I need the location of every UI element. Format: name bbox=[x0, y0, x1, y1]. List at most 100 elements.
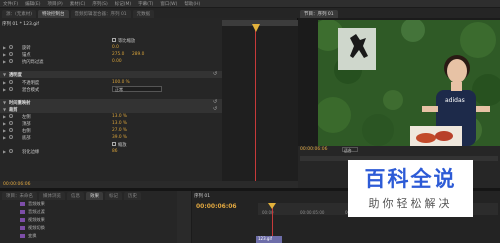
folder-icon bbox=[20, 202, 25, 206]
expand-arrow-icon[interactable]: ▶ bbox=[3, 128, 6, 133]
menu-item[interactable]: 文件(F) bbox=[3, 1, 18, 7]
panel-tab[interactable]: 源：(无素材) bbox=[2, 10, 37, 18]
effect-timeline-ruler[interactable] bbox=[222, 20, 298, 26]
zoom-fit-select[interactable]: 适合 bbox=[342, 147, 358, 153]
panel-tab[interactable]: 信息 bbox=[67, 192, 84, 200]
property-value[interactable]: 0.0 bbox=[112, 45, 119, 50]
tools-panel bbox=[177, 191, 191, 243]
property-value[interactable]: 13.0 % bbox=[112, 121, 127, 126]
reset-icon[interactable]: ↺ bbox=[213, 106, 217, 112]
reset-icon[interactable]: ↺ bbox=[213, 71, 217, 77]
watermark-title: 百科全说 bbox=[364, 167, 457, 191]
expand-arrow-icon[interactable]: ▶ bbox=[3, 135, 6, 140]
property-value[interactable]: 100.0 % bbox=[112, 80, 130, 85]
effect-folder-item[interactable]: 视频切换 bbox=[2, 225, 188, 232]
effect-row: ▼ 裁剪 ↺ bbox=[0, 106, 222, 113]
effect-row: 缩放 bbox=[0, 141, 222, 148]
effect-row: ▶ 顶部 13.0 % bbox=[0, 120, 222, 127]
project-panel-tabs: 项目：未命名 媒体浏览 信息 效果 标记 历史 bbox=[0, 192, 190, 200]
stopwatch-icon[interactable] bbox=[9, 149, 13, 153]
effect-row: ▶ 羽化边缘 86 bbox=[0, 148, 222, 155]
program-monitor-video: adidas bbox=[318, 20, 500, 146]
property-label: 混合模式 bbox=[22, 88, 40, 93]
folder-icon bbox=[20, 226, 25, 230]
expand-arrow-icon[interactable]: ▶ bbox=[3, 114, 6, 119]
effect-folder-item[interactable]: 视频效果 bbox=[2, 217, 188, 224]
property-value[interactable]: 13.0 % bbox=[112, 114, 127, 119]
effect-row: ▶ 旋转 0.0 bbox=[0, 44, 222, 51]
effect-row: ▼ 时间重映射 ↺ bbox=[0, 99, 222, 106]
menu-item[interactable]: 序列(S) bbox=[92, 1, 107, 7]
effect-playhead-line[interactable] bbox=[255, 26, 256, 188]
property-value[interactable]: 0.00 bbox=[112, 59, 122, 64]
expand-arrow-icon[interactable]: ▶ bbox=[3, 80, 6, 85]
panel-tab[interactable]: 媒体浏览 bbox=[39, 192, 65, 200]
stopwatch-icon[interactable] bbox=[9, 128, 13, 132]
expand-arrow-icon[interactable]: ▼ bbox=[3, 72, 6, 77]
panel-tab[interactable]: 元数据 bbox=[132, 10, 155, 18]
effect-controls-timeline[interactable] bbox=[222, 26, 298, 188]
effect-folder-item[interactable]: 音频效果 bbox=[2, 201, 188, 208]
property-value-2[interactable]: 289.0 bbox=[132, 52, 144, 57]
effect-controls-timecode[interactable]: 00:00:06:06 bbox=[3, 182, 30, 187]
reset-icon[interactable]: ↺ bbox=[213, 99, 217, 105]
panel-tab[interactable]: 项目：未命名 bbox=[2, 192, 37, 200]
property-value[interactable]: 39.0 % bbox=[112, 135, 127, 140]
menu-item[interactable]: 标记(M) bbox=[115, 1, 131, 7]
clip-name-label: 序列 01 * 123.gif bbox=[2, 22, 39, 27]
stopwatch-icon[interactable] bbox=[9, 45, 13, 49]
expand-arrow-icon[interactable]: ▼ bbox=[3, 107, 6, 112]
expand-arrow-icon[interactable]: ▶ bbox=[3, 59, 6, 64]
stopwatch-icon[interactable] bbox=[9, 121, 13, 125]
menu-item[interactable]: 项目(P) bbox=[47, 1, 62, 7]
folder-label: 音频过渡 bbox=[28, 209, 45, 214]
panel-tab[interactable]: 特效控制台 bbox=[38, 10, 69, 18]
stopwatch-icon[interactable] bbox=[9, 80, 13, 84]
expand-arrow-icon[interactable]: ▶ bbox=[3, 52, 6, 57]
effect-folder-item[interactable]: 音频过渡 bbox=[2, 209, 188, 216]
expand-arrow-icon[interactable]: ▶ bbox=[3, 121, 6, 126]
expand-arrow-icon[interactable]: ▶ bbox=[3, 45, 6, 50]
timeline-clip[interactable]: 123.gif bbox=[256, 236, 282, 243]
stopwatch-icon[interactable] bbox=[9, 87, 13, 91]
property-value[interactable]: 275.0 bbox=[112, 52, 124, 57]
panel-tab[interactable]: 节目：序列 01 bbox=[300, 10, 338, 18]
panel-tab[interactable]: 效果 bbox=[86, 192, 103, 200]
program-monitor-tabs: 节目：序列 01 bbox=[298, 8, 500, 18]
menu-item[interactable]: 编辑(E) bbox=[25, 1, 40, 7]
menu-item[interactable]: 素材(C) bbox=[70, 1, 86, 7]
sequence-timecode[interactable]: 00:00:06:06 bbox=[196, 203, 237, 210]
menu-item[interactable]: 帮助(H) bbox=[184, 1, 200, 7]
property-value[interactable]: 27.0 % bbox=[112, 128, 127, 133]
program-timecode[interactable]: 00:00:06:06 bbox=[300, 147, 327, 152]
folder-label: 视频效果 bbox=[28, 217, 45, 222]
expand-arrow-icon[interactable]: ▶ bbox=[3, 87, 6, 92]
panel-tab[interactable]: 标记 bbox=[105, 192, 122, 200]
tab-sequence[interactable]: 序列 01 bbox=[194, 193, 210, 199]
blend-mode-select[interactable]: 正常 bbox=[112, 86, 162, 92]
expand-arrow-icon[interactable]: ▶ bbox=[3, 149, 6, 154]
shirt-logo-text: adidas bbox=[445, 97, 465, 104]
effect-row: ▶ 抗闪烁过滤 0.00 bbox=[0, 58, 222, 65]
checkbox[interactable] bbox=[112, 38, 116, 42]
expand-arrow-icon[interactable]: ▼ bbox=[3, 100, 6, 105]
gif-overlay bbox=[338, 28, 376, 70]
checkbox[interactable] bbox=[112, 142, 116, 146]
effect-folder-item[interactable]: 变换 bbox=[2, 233, 188, 240]
stopwatch-icon[interactable] bbox=[9, 59, 13, 63]
effect-row: ▶ 不透明度 100.0 % bbox=[0, 79, 222, 86]
menu-item[interactable]: 窗口(W) bbox=[160, 1, 177, 7]
panel-tab[interactable]: 音频剪辑混合器：序列 01 bbox=[70, 10, 131, 18]
stopwatch-icon[interactable] bbox=[9, 135, 13, 139]
property-value[interactable]: 86 bbox=[112, 149, 117, 154]
panel-tab[interactable]: 历史 bbox=[124, 192, 141, 200]
effect-row: ▶ 混合模式 正常 bbox=[0, 86, 222, 93]
stopwatch-icon[interactable] bbox=[9, 114, 13, 118]
effect-row: ▼ 透明度 ↺ bbox=[0, 71, 222, 78]
effect-row: ▶ 底部 39.0 % bbox=[0, 134, 222, 141]
effect-row: ▶ 锚点 275.0 289.0 bbox=[0, 51, 222, 58]
menu-item[interactable]: 字幕(T) bbox=[138, 1, 153, 7]
effect-controls-footer bbox=[0, 181, 298, 188]
video-frame: adidas bbox=[318, 20, 500, 146]
stopwatch-icon[interactable] bbox=[9, 52, 13, 56]
